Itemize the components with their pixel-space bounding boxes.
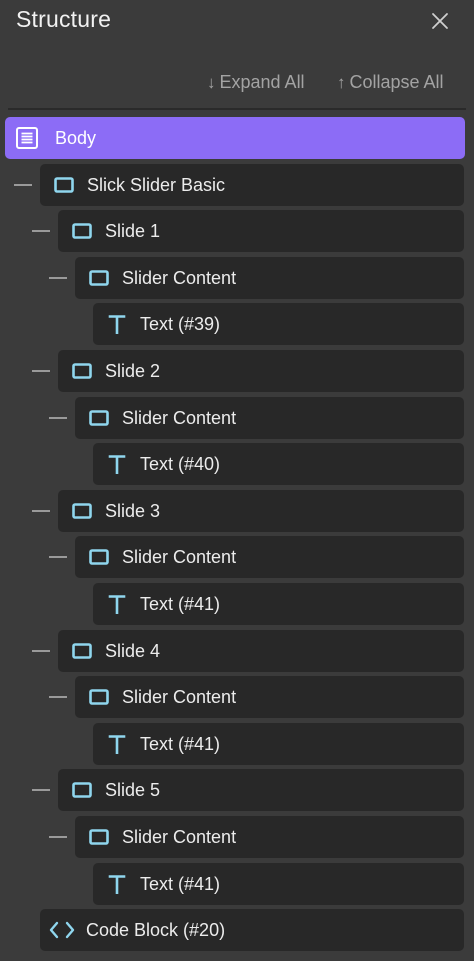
tree-node-label: Slide 2 — [105, 360, 161, 381]
tree-node[interactable]: Text (#41) — [93, 723, 464, 765]
tree-node[interactable]: Slide 4 — [58, 630, 464, 672]
tree-node[interactable]: Text (#39) — [93, 303, 464, 345]
tree-row: Slide 5 — [0, 769, 474, 811]
text-icon — [106, 733, 128, 755]
tree-node-label: Slide 1 — [105, 220, 161, 241]
text-icon — [106, 453, 128, 475]
tree-row: Slider Content — [0, 816, 474, 858]
tree-row: Slide 2 — [0, 350, 474, 392]
collapse-toggle[interactable] — [32, 510, 50, 512]
box-icon — [71, 640, 93, 662]
tree-node-label: Text (#40) — [140, 453, 221, 474]
arrow-up-icon: ↑ — [337, 73, 346, 92]
tree-node-label: Code Block (#20) — [86, 919, 226, 940]
tree-row: Slick Slider Basic — [0, 164, 474, 206]
tree-row: Body — [0, 117, 474, 159]
tree-node[interactable]: Slider Content — [75, 257, 464, 299]
tree-node[interactable]: Slick Slider Basic — [40, 164, 464, 206]
box-icon — [71, 220, 93, 242]
close-button[interactable] — [428, 9, 452, 33]
box-icon — [53, 174, 75, 196]
tree-row: Slider Content — [0, 257, 474, 299]
panel-header: Structure — [0, 0, 474, 44]
box-icon — [71, 360, 93, 382]
box-icon — [88, 826, 110, 848]
tree-node-label: Text (#39) — [140, 313, 221, 334]
tree-node[interactable]: Slide 2 — [58, 350, 464, 392]
tree-row: Text (#41) — [0, 863, 474, 905]
tree-row: Text (#41) — [0, 583, 474, 625]
text-icon — [106, 593, 128, 615]
tree-node[interactable]: Slider Content — [75, 397, 464, 439]
tree-node[interactable]: Slider Content — [75, 676, 464, 718]
code-icon — [48, 919, 76, 941]
expand-all-label: Expand All — [219, 72, 305, 92]
tree-node-label: Slick Slider Basic — [87, 174, 226, 195]
tree-node-label: Text (#41) — [140, 593, 221, 614]
tree-row: Text (#40) — [0, 443, 474, 485]
collapse-toggle[interactable] — [49, 417, 67, 419]
header-divider — [8, 108, 466, 110]
close-icon — [432, 13, 448, 29]
tree-row: Slider Content — [0, 536, 474, 578]
text-icon — [106, 313, 128, 335]
collapse-toggle[interactable] — [49, 277, 67, 279]
tree-row: Slide 1 — [0, 210, 474, 252]
tree-node-label: Slide 3 — [105, 500, 161, 521]
tree-node[interactable]: Body — [5, 117, 465, 159]
expand-all-button[interactable]: ↓ Expand All — [207, 72, 305, 93]
box-icon — [71, 779, 93, 801]
tree-node-label: Slider Content — [122, 267, 237, 288]
tree-node[interactable]: Text (#41) — [93, 863, 464, 905]
collapse-all-label: Collapse All — [349, 72, 444, 92]
collapse-toggle[interactable] — [49, 556, 67, 558]
text-icon — [106, 873, 128, 895]
tree-node-label: Text (#41) — [140, 733, 221, 754]
structure-panel: Structure ↓ Expand All ↑ Collapse All Body… — [0, 0, 474, 961]
box-icon — [88, 686, 110, 708]
box-icon — [71, 500, 93, 522]
tree-row: Text (#39) — [0, 303, 474, 345]
tree-node-label: Text (#41) — [140, 873, 221, 894]
tree-actions: ↓ Expand All ↑ Collapse All — [0, 70, 474, 98]
tree-node-label: Slide 4 — [105, 640, 161, 661]
tree-row: Slider Content — [0, 397, 474, 439]
collapse-toggle[interactable] — [49, 836, 67, 838]
tree-node[interactable]: Code Block (#20) — [40, 909, 464, 951]
tree-node[interactable]: Text (#41) — [93, 583, 464, 625]
tree-node[interactable]: Slide 5 — [58, 769, 464, 811]
tree-node-label: Slider Content — [122, 546, 237, 567]
collapse-toggle[interactable] — [32, 789, 50, 791]
tree-node[interactable]: Text (#40) — [93, 443, 464, 485]
body-icon — [15, 127, 39, 149]
box-icon — [88, 407, 110, 429]
arrow-down-icon: ↓ — [207, 73, 216, 92]
tree-row: Slide 4 — [0, 630, 474, 672]
tree-node[interactable]: Slider Content — [75, 816, 464, 858]
box-icon — [88, 546, 110, 568]
tree-node-label: Slider Content — [122, 407, 237, 428]
collapse-toggle[interactable] — [32, 370, 50, 372]
tree-row: Slider Content — [0, 676, 474, 718]
tree-node-label: Slider Content — [122, 686, 237, 707]
tree-node-label: Slide 5 — [105, 779, 161, 800]
tree-row: Slide 3 — [0, 490, 474, 532]
tree-node[interactable]: Slide 1 — [58, 210, 464, 252]
collapse-all-button[interactable]: ↑ Collapse All — [337, 72, 444, 93]
tree-node-label: Body — [55, 127, 97, 148]
tree-row: Code Block (#20) — [0, 909, 474, 951]
panel-title: Structure — [16, 6, 112, 32]
tree-node[interactable]: Slide 3 — [58, 490, 464, 532]
tree-node-label: Slider Content — [122, 826, 237, 847]
collapse-toggle[interactable] — [49, 696, 67, 698]
tree-row: Text (#41) — [0, 723, 474, 765]
tree-node[interactable]: Slider Content — [75, 536, 464, 578]
collapse-toggle[interactable] — [32, 230, 50, 232]
collapse-toggle[interactable] — [32, 650, 50, 652]
box-icon — [88, 267, 110, 289]
collapse-toggle[interactable] — [14, 184, 32, 186]
